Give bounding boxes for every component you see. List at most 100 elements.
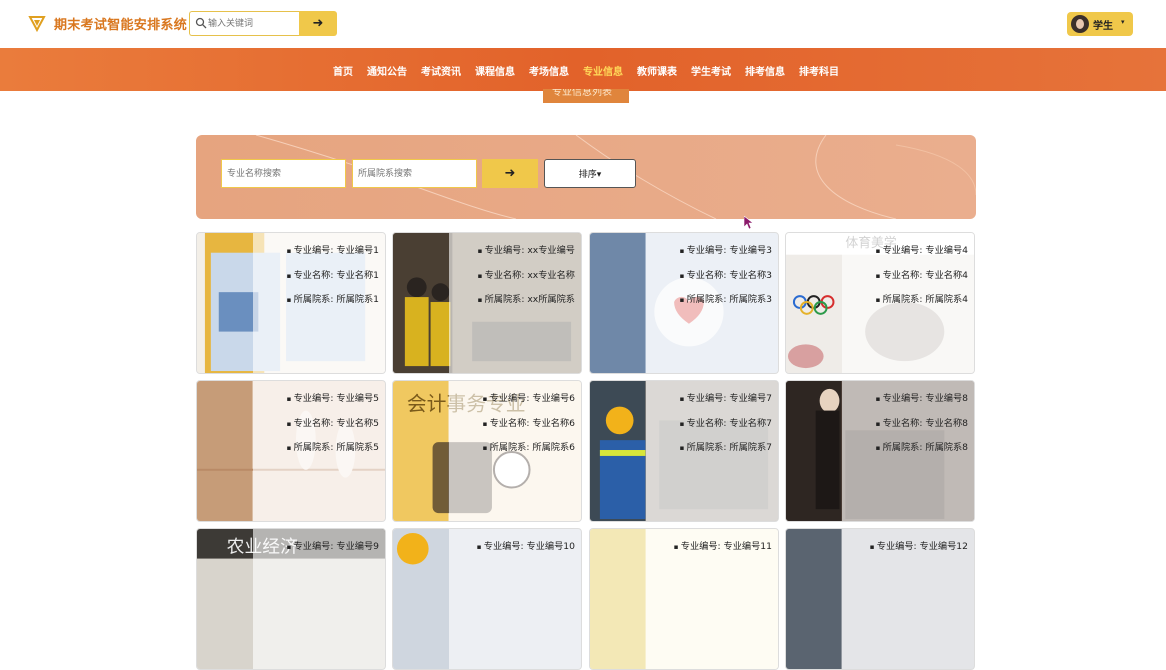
major-card[interactable]: 专业编号: 专业编号3 专业名称: 专业名称3 所属院系: 所属院系3: [589, 232, 779, 374]
major-department: 所属院系: 所属院系5: [287, 442, 379, 454]
card-info: 专业编号: 专业编号6 专业名称: 专业名称6 所属院系: 所属院系6: [483, 393, 575, 467]
main-nav: 首页 通知公告 考试资讯 课程信息 考场信息 专业信息 教师课表 学生考试 排考信息 排考科目: [0, 48, 1166, 91]
card-info: 专业编号: 专业编号12: [870, 541, 968, 566]
major-card[interactable]: 专业编号: 专业编号10: [392, 528, 582, 670]
card-info: 专业编号: 专业编号1 专业名称: 专业名称1 所属院系: 所属院系1: [287, 245, 379, 319]
major-card[interactable]: 会计事务专业专业编号: 专业编号6专业名称: 专业名称6所属院系: 所属院系6: [392, 380, 582, 522]
major-code-value: 专业编号12: [919, 541, 968, 552]
major-department-label: 所属院系:: [882, 442, 923, 453]
major-name-value: 专业名称3: [729, 269, 772, 281]
major-card[interactable]: 专业编号: 专业编号5 专业名称: 专业名称5 所属院系: 所属院系5: [196, 380, 386, 522]
search-input[interactable]: [208, 15, 298, 32]
major-department-label: 所属院系:: [686, 294, 727, 305]
major-name: 专业名称: 专业名称7: [680, 418, 772, 430]
major-code-label: 专业编号:: [686, 245, 727, 256]
major-card[interactable]: 体育美学专业编号: 专业编号4专业名称: 专业名称4所属院系: 所属院系4: [785, 232, 975, 374]
major-department-label: 所属院系:: [882, 294, 923, 305]
major-name-label: 专业名称:: [489, 417, 530, 429]
major-name-label: 专业名称:: [686, 269, 727, 281]
logo-icon: [28, 16, 46, 32]
major-code: 专业编号: 专业编号10: [477, 541, 575, 553]
nav-item[interactable]: 专业信息: [583, 63, 623, 78]
card-info: 专业编号: xx专业编号专业名称: xx专业名称所属院系: xx所属院系: [478, 245, 575, 319]
major-code: 专业编号: xx专业编号: [478, 245, 575, 257]
user-menu-button[interactable]: 学生 ▾: [1067, 12, 1133, 36]
major-name: 专业名称: 专业名称3: [680, 270, 772, 282]
major-name-value: 专业名称4: [925, 269, 968, 281]
mouse-cursor-icon: [744, 216, 754, 230]
major-card[interactable]: 专业编号: 专业编号11: [589, 528, 779, 670]
major-code-label: 专业编号:: [686, 393, 727, 404]
nav-items: 首页 通知公告 考试资讯 课程信息 考场信息 专业信息 教师课表 学生考试 排考信息 排考科目: [333, 63, 853, 78]
nav-item[interactable]: 排考信息: [745, 63, 785, 78]
major-department: 所属院系: 所属院系7: [680, 442, 772, 454]
sort-label: 排序▾: [578, 170, 602, 180]
major-code-value: 专业编号1: [336, 245, 379, 256]
major-name-value: 专业名称6: [532, 417, 575, 429]
major-department: 所属院系: 所属院系4: [876, 294, 968, 306]
nav-item[interactable]: 课程信息: [475, 63, 515, 78]
major-name-label: 专业名称:: [882, 417, 923, 429]
major-code-label: 专业编号:: [483, 541, 524, 552]
department-search-input[interactable]: [352, 159, 477, 188]
major-department-value: 所属院系4: [925, 294, 968, 305]
nav-item[interactable]: 通知公告: [367, 63, 407, 78]
nav-item[interactable]: 考试资讯: [421, 63, 461, 78]
search-box[interactable]: [189, 11, 301, 36]
card-info: 专业编号: 专业编号11: [674, 541, 772, 566]
major-card[interactable]: 专业编号: 专业编号1 专业名称: 专业名称1 所属院系: 所属院系1: [196, 232, 386, 374]
major-department-value: 所属院系6: [532, 442, 575, 453]
arrow-right-icon: ➜: [312, 16, 324, 31]
major-name: 专业名称: 专业名称5: [287, 418, 379, 430]
major-code-value: 专业编号11: [723, 541, 772, 552]
major-code-value: 专业编号4: [925, 245, 968, 256]
major-department: 所属院系: 所属院系6: [483, 442, 575, 454]
major-code-value: 专业编号10: [526, 541, 575, 552]
major-department-label: 所属院系:: [293, 442, 334, 453]
major-code: 专业编号: 专业编号12: [870, 541, 968, 553]
major-name-value: 专业名称5: [336, 417, 379, 429]
major-department-value: 所属院系7: [729, 442, 772, 453]
nav-item[interactable]: 考场信息: [529, 63, 569, 78]
major-code-value: 专业编号3: [729, 245, 772, 256]
major-code-label: 专业编号:: [489, 393, 530, 404]
major-code-label: 专业编号:: [484, 245, 525, 256]
nav-item[interactable]: 首页: [333, 63, 353, 78]
major-code: 专业编号: 专业编号9: [287, 541, 379, 553]
major-code-label: 专业编号:: [680, 541, 721, 552]
major-card[interactable]: 专业编号: xx专业编号专业名称: xx专业名称所属院系: xx所属院系: [392, 232, 582, 374]
major-department-value: 所属院系1: [336, 294, 379, 305]
card-info: 专业编号: 专业编号8 专业名称: 专业名称8 所属院系: 所属院系8: [876, 393, 968, 467]
major-name-value: 专业名称8: [925, 417, 968, 429]
major-name-value: xx专业名称: [527, 269, 575, 281]
major-department-label: 所属院系:: [686, 442, 727, 453]
major-card[interactable]: 农业经济专业编号: 专业编号9: [196, 528, 386, 670]
nav-item[interactable]: 排考科目: [799, 63, 839, 78]
card-info: 专业编号: 专业编号9: [287, 541, 379, 566]
major-card[interactable]: 专业编号: 专业编号12: [785, 528, 975, 670]
major-code-label: 专业编号:: [876, 541, 917, 552]
major-code-value: xx专业编号: [527, 245, 575, 256]
major-name-label: 专业名称:: [293, 417, 334, 429]
nav-item[interactable]: 教师课表: [637, 63, 677, 78]
major-department: 所属院系: 所属院系8: [876, 442, 968, 454]
major-department-value: 所属院系3: [729, 294, 772, 305]
major-code-value: 专业编号8: [925, 393, 968, 404]
major-card[interactable]: 专业编号: 专业编号8 专业名称: 专业名称8 所属院系: 所属院系8: [785, 380, 975, 522]
major-code-value: 专业编号9: [336, 541, 379, 552]
major-code: 专业编号: 专业编号6: [483, 393, 575, 405]
major-name-search-input[interactable]: [221, 159, 346, 188]
filter-search-button[interactable]: ➜: [482, 159, 538, 188]
search-button[interactable]: ➜: [299, 11, 337, 36]
major-code-label: 专业编号:: [293, 541, 334, 552]
filter-panel: ➜ 排序▾: [196, 135, 976, 219]
major-department-value: 所属院系8: [925, 442, 968, 453]
nav-item[interactable]: 学生考试: [691, 63, 731, 78]
card-info: 专业编号: 专业编号5 专业名称: 专业名称5 所属院系: 所属院系5: [287, 393, 379, 467]
major-card[interactable]: 专业编号: 专业编号7 专业名称: 专业名称7 所属院系: 所属院系7: [589, 380, 779, 522]
major-code-label: 专业编号:: [293, 245, 334, 256]
major-department-value: 所属院系5: [336, 442, 379, 453]
major-code: 专业编号: 专业编号8: [876, 393, 968, 405]
sort-dropdown-button[interactable]: 排序▾: [544, 159, 636, 188]
major-code: 专业编号: 专业编号5: [287, 393, 379, 405]
